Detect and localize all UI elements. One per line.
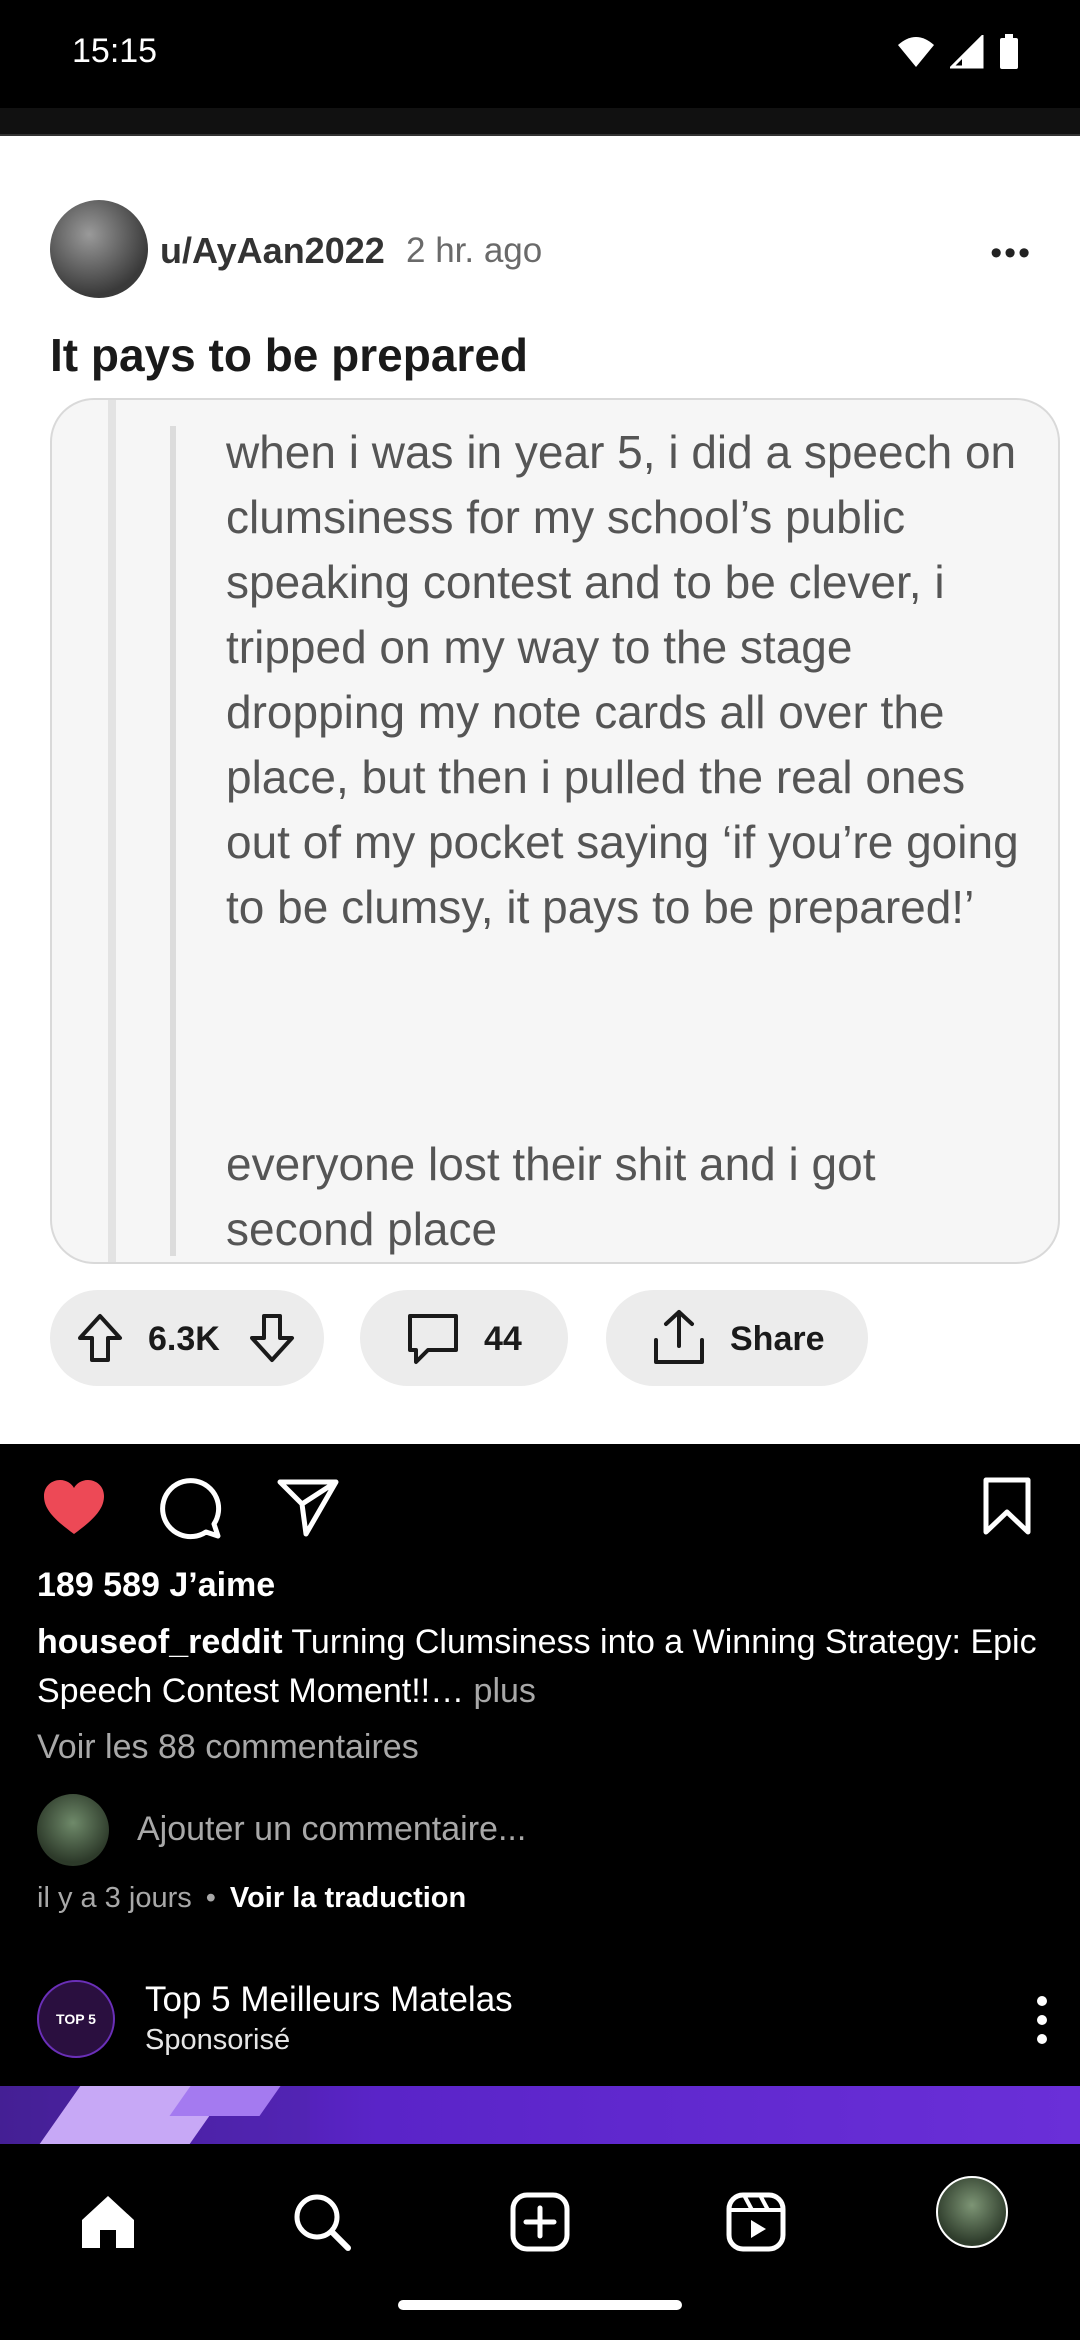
bookmark-icon[interactable] bbox=[982, 1476, 1032, 1536]
caption-username[interactable]: houseof_reddit bbox=[37, 1623, 283, 1661]
profile-avatar[interactable] bbox=[936, 2176, 1008, 2248]
quote-bar-inner bbox=[170, 426, 176, 1256]
post-caption[interactable]: houseof_reddit Turning Clumsiness into a… bbox=[37, 1618, 1037, 1716]
downvote-icon bbox=[250, 1314, 294, 1362]
tumblr-text-2: everyone lost their shit and i got secon… bbox=[226, 1138, 876, 1255]
sponsored-media[interactable] bbox=[0, 2086, 1080, 2144]
status-time: 15:15 bbox=[72, 32, 158, 70]
my-avatar bbox=[37, 1794, 109, 1866]
sponsor-name[interactable]: Top 5 Meilleurs Matelas bbox=[145, 1980, 513, 2020]
tumblr-text-1: when i was in year 5, i did a speech on … bbox=[226, 426, 1019, 933]
image-top-strip bbox=[0, 108, 1080, 136]
reddit-username: u/AyAan2022 bbox=[160, 230, 385, 271]
meta-separator: • bbox=[205, 1882, 216, 1914]
caption-more-link[interactable]: plus bbox=[464, 1672, 536, 1710]
post-actions bbox=[0, 1444, 1080, 1564]
reddit-post-image: when i was in year 5, i did a speech on … bbox=[50, 398, 1060, 1264]
comments-pill: 44 bbox=[360, 1290, 568, 1386]
reddit-avatar bbox=[50, 200, 148, 298]
vote-count: 6.3K bbox=[148, 1320, 220, 1358]
comment-count: 44 bbox=[484, 1320, 522, 1358]
translate-link[interactable]: Voir la traduction bbox=[230, 1882, 466, 1914]
reddit-post-title: It pays to be prepared bbox=[50, 329, 529, 381]
like-heart-icon[interactable] bbox=[42, 1478, 106, 1536]
comment-icon bbox=[408, 1314, 458, 1364]
add-comment-input[interactable]: Ajouter un commentaire... bbox=[137, 1810, 526, 1849]
reddit-time: 2 hr. ago bbox=[406, 231, 543, 270]
likes-count[interactable]: 189 589 J’aime bbox=[37, 1566, 275, 1605]
status-bar: 15:15 bbox=[0, 0, 1080, 108]
reddit-more-icon: ••• bbox=[990, 234, 1032, 272]
signal-icon bbox=[950, 35, 984, 69]
more-vertical-icon[interactable] bbox=[1034, 1995, 1050, 2045]
search-icon[interactable] bbox=[282, 2182, 362, 2262]
home-icon[interactable] bbox=[68, 2182, 148, 2262]
reddit-screenshot: u/AyAan2022 2 hr. ago ••• It pays to be … bbox=[0, 138, 1080, 1444]
sponsor-avatar[interactable]: TOP 5 bbox=[37, 1980, 115, 2058]
view-comments-link[interactable]: Voir les 88 commentaires bbox=[37, 1728, 419, 1767]
home-indicator[interactable] bbox=[398, 2300, 682, 2310]
send-icon[interactable] bbox=[276, 1476, 340, 1538]
bottom-nav bbox=[0, 2144, 1080, 2340]
post-image[interactable]: u/AyAan2022 2 hr. ago ••• It pays to be … bbox=[0, 108, 1080, 1444]
create-icon[interactable] bbox=[500, 2182, 580, 2262]
quote-bar bbox=[108, 400, 116, 1262]
vote-pill: 6.3K bbox=[50, 1290, 324, 1386]
share-pill: Share bbox=[606, 1290, 868, 1386]
reels-icon[interactable] bbox=[716, 2182, 796, 2262]
comment-bubble-icon[interactable] bbox=[158, 1476, 222, 1540]
sponsored-label: Sponsorisé bbox=[145, 2024, 291, 2056]
wifi-icon bbox=[898, 37, 934, 67]
status-icons bbox=[896, 34, 1020, 70]
post-meta: il y a 3 jours • Voir la traduction bbox=[37, 1882, 466, 1915]
upvote-icon bbox=[78, 1314, 122, 1362]
battery-icon bbox=[1000, 34, 1018, 69]
share-label: Share bbox=[730, 1320, 825, 1358]
share-icon bbox=[654, 1310, 704, 1364]
post-time: il y a 3 jours bbox=[37, 1882, 192, 1914]
